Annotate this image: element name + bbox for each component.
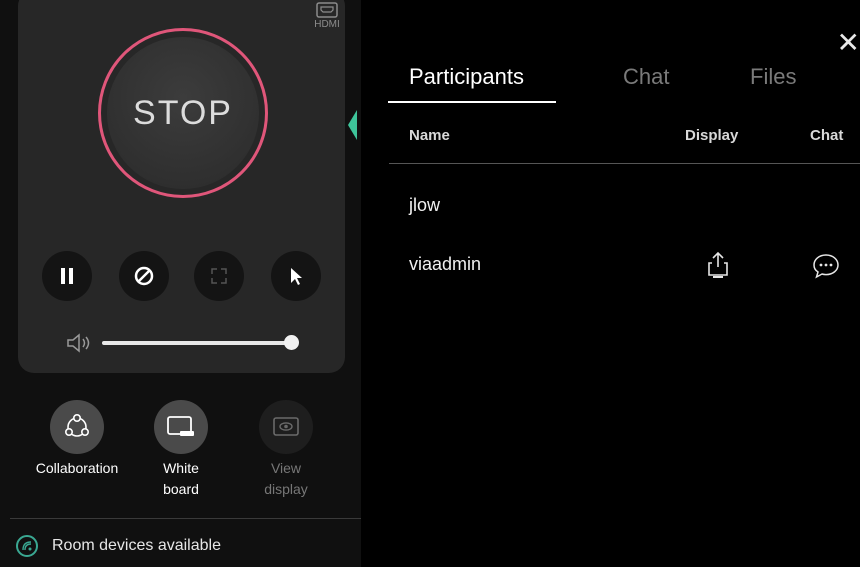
header-divider [389, 163, 860, 164]
view-display-icon [273, 417, 299, 436]
control-sidebar: HDMI STOP Collaboration White board View… [0, 0, 361, 567]
pause-button[interactable] [42, 251, 92, 301]
room-devices-status[interactable]: Room devices available [16, 535, 221, 557]
collaboration-label: Collaboration [35, 460, 119, 476]
sidebar-divider [10, 518, 361, 519]
wireless-icon [16, 535, 38, 557]
view-display-button[interactable]: View display [231, 400, 341, 500]
active-tab-indicator [388, 101, 556, 103]
column-header-name: Name [409, 127, 450, 144]
whiteboard-label: White board [163, 460, 199, 497]
pointer-icon [291, 268, 302, 285]
collaboration-icon [64, 413, 89, 437]
block-button[interactable] [119, 251, 169, 301]
column-header-display: Display [685, 127, 739, 144]
fullscreen-icon [211, 268, 227, 284]
volume-slider-track[interactable] [102, 341, 292, 345]
stop-button[interactable]: STOP [107, 37, 259, 189]
participant-name: viaadmin [409, 254, 482, 274]
share-display-icon[interactable] [705, 250, 731, 280]
tab-participants[interactable]: Participants [409, 64, 524, 90]
chat-bubble-icon[interactable] [811, 252, 841, 280]
close-icon[interactable]: ✕ [837, 26, 860, 59]
room-status-text: Room devices available [52, 537, 221, 554]
pause-icon [61, 268, 73, 284]
block-icon [134, 266, 154, 286]
hdmi-icon [316, 2, 338, 18]
participant-name: jlow [409, 195, 441, 215]
hdmi-label: HDMI [314, 19, 340, 30]
stop-ring: STOP [98, 28, 268, 198]
pointer-button[interactable] [271, 251, 321, 301]
volume-slider-handle[interactable] [284, 335, 299, 350]
fullscreen-button[interactable] [194, 251, 244, 301]
collapse-panel-arrow[interactable] [348, 110, 357, 140]
whiteboard-button[interactable]: White board [126, 400, 236, 500]
tab-files[interactable]: Files [750, 64, 796, 90]
collaboration-button[interactable]: Collaboration [22, 400, 132, 479]
whiteboard-circle [154, 400, 208, 454]
participants-panel: ✕ Participants Chat Files Name Display C… [361, 0, 860, 567]
collaboration-circle [50, 400, 104, 454]
column-header-chat: Chat [810, 127, 844, 144]
whiteboard-icon [167, 416, 194, 436]
hdmi-source[interactable]: HDMI [306, 2, 348, 30]
speaker-icon[interactable] [66, 333, 94, 353]
view-display-circle [259, 400, 313, 454]
view-display-label: View display [264, 460, 308, 497]
tab-chat[interactable]: Chat [623, 64, 669, 90]
